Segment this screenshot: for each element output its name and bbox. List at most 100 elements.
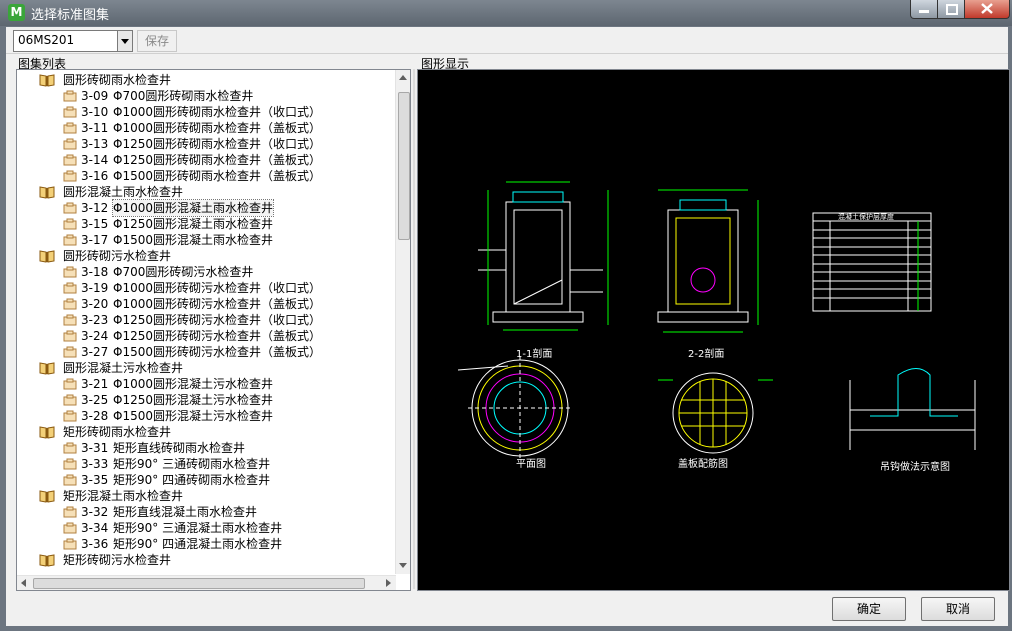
tree-item-name: Φ1250圆形砖砌污水检查井（收口式） [113, 313, 321, 327]
tree-group[interactable]: 圆形砖砌污水检查井 [17, 248, 397, 264]
tree-item-code: 3-28 [81, 409, 109, 423]
tree-item[interactable]: 3-23 Φ1250圆形砖砌污水检查井（收口式） [17, 312, 397, 328]
horizontal-scroll-thumb[interactable] [33, 578, 365, 589]
tree-item[interactable]: 3-28 Φ1500圆形混凝土污水检查井 [17, 408, 397, 424]
save-button[interactable]: 保存 [137, 30, 177, 52]
book-icon [39, 73, 55, 87]
scroll-left-icon[interactable] [21, 579, 26, 587]
tree-item[interactable]: 3-35 矩形90° 四通砖砌雨水检查井 [17, 472, 397, 488]
cancel-button[interactable]: 取消 [921, 597, 995, 621]
scroll-down-icon[interactable] [399, 563, 407, 568]
ok-button[interactable]: 确定 [832, 597, 906, 621]
book-icon [39, 249, 55, 263]
drawing-icon [63, 346, 77, 358]
scroll-up-icon[interactable] [399, 75, 407, 80]
tree-item[interactable]: 3-19 Φ1000圆形砖砌污水检查井（收口式） [17, 280, 397, 296]
tree-item[interactable]: 3-27 Φ1500圆形砖砌污水检查井（盖板式） [17, 344, 397, 360]
maximize-icon [946, 4, 958, 15]
tree-item-code: 3-21 [81, 377, 109, 391]
tree-item[interactable]: 3-34 矩形90° 三通混凝土雨水检查井 [17, 520, 397, 536]
tree-item-code: 3-32 [81, 505, 109, 519]
tree-item-code: 3-15 [81, 217, 109, 231]
book-icon [39, 425, 55, 439]
tree-item[interactable]: 3-24 Φ1250圆形砖砌污水检查井（盖板式） [17, 328, 397, 344]
drawing-icon [63, 90, 77, 102]
tree-item-code: 3-13 [81, 137, 109, 151]
tree-group[interactable]: 圆形砖砌雨水检查井 [17, 72, 397, 88]
close-icon [981, 3, 993, 14]
tree-item[interactable]: 3-25 Φ1250圆形混凝土污水检查井 [17, 392, 397, 408]
atlas-tree[interactable]: 圆形砖砌雨水检查井 3-09 Φ700圆形砖砌雨水检查井 3-10 Φ1000圆形砖砌雨… [16, 69, 411, 591]
tree-group[interactable]: 圆形混凝土污水检查井 [17, 360, 397, 376]
window-bottom-border [0, 626, 1012, 631]
scroll-right-icon[interactable] [386, 579, 391, 587]
tree-item-name: Φ1000圆形砖砌雨水检查井（盖板式） [113, 121, 321, 135]
tree-item[interactable]: 3-15 Φ1250圆形混凝土雨水检查井 [17, 216, 397, 232]
drawing-icon [63, 282, 77, 294]
tree-item[interactable]: 3-33 矩形90° 三通砖砌雨水检查井 [17, 456, 397, 472]
tree-item[interactable]: 3-17 Φ1500圆形混凝土雨水检查井 [17, 232, 397, 248]
tree-group-label: 圆形砖砌雨水检查井 [63, 73, 172, 87]
cad-drawing: 1-1剖面 2-2剖面 混凝土保护层厚度 平面图 盖板配筋图 吊钩做法示意图 [457, 181, 976, 473]
drawing-icon [63, 458, 77, 470]
tree-group-label: 圆形混凝土雨水检查井 [63, 185, 184, 199]
tree-item-code: 3-18 [81, 265, 109, 279]
tree-item-name: Φ1250圆形混凝土雨水检查井 [113, 217, 273, 231]
tree-item-code: 3-14 [81, 153, 109, 167]
tree-item-name: 矩形90° 四通混凝土雨水检查井 [113, 537, 283, 551]
minimize-button[interactable] [910, 0, 938, 19]
drawing-icon [63, 122, 77, 134]
tree-group-label: 矩形混凝土雨水检查井 [63, 489, 184, 503]
tree-item[interactable]: 3-21 Φ1000圆形混凝土污水检查井 [17, 376, 397, 392]
tree-group[interactable]: 矩形砖砌污水检查井 [17, 552, 397, 568]
drawing-icon [63, 522, 77, 534]
drawing-icon [63, 378, 77, 390]
drawing-icon [63, 330, 77, 342]
tree-item[interactable]: 3-09 Φ700圆形砖砌雨水检查井 [17, 88, 397, 104]
tree-item[interactable]: 3-12 Φ1000圆形混凝土雨水检查井 [17, 199, 397, 217]
tree-group[interactable]: 矩形混凝土雨水检查井 [17, 488, 397, 504]
caption-table-title: 混凝土保护层厚度 [838, 212, 894, 221]
drawing-icon [63, 410, 77, 422]
drawing-icon [63, 138, 77, 150]
tree-item[interactable]: 3-13 Φ1250圆形砖砌雨水检查井（收口式） [17, 136, 397, 152]
caption-plan: 平面图 [516, 458, 546, 470]
tree-item-code: 3-10 [81, 105, 109, 119]
caption-hook: 吊钩做法示意图 [880, 460, 950, 473]
tree-item-name: Φ1500圆形混凝土污水检查井 [113, 409, 273, 423]
tree-rows: 圆形砖砌雨水检查井 3-09 Φ700圆形砖砌雨水检查井 3-10 Φ1000圆形砖砌雨… [17, 72, 397, 568]
tree-group[interactable]: 矩形砖砌雨水检查井 [17, 424, 397, 440]
vertical-scrollbar[interactable] [395, 70, 410, 574]
maximize-button[interactable] [937, 0, 965, 19]
tree-group[interactable]: 圆形混凝土雨水检查井 [17, 184, 397, 200]
tree-item[interactable]: 3-14 Φ1250圆形砖砌雨水检查井（盖板式） [17, 152, 397, 168]
chevron-down-icon[interactable] [117, 31, 132, 51]
tree-item-name: Φ1500圆形混凝土雨水检查井 [113, 233, 273, 247]
app-icon: M [8, 4, 25, 21]
tree-item-name: Φ1250圆形砖砌雨水检查井（收口式） [113, 137, 321, 151]
panel-splitter[interactable] [413, 69, 415, 589]
tree-item[interactable]: 3-32 矩形直线混凝土雨水检查井 [17, 504, 397, 520]
cover-table-drawing [812, 212, 932, 312]
drawing-icon [63, 106, 77, 118]
tree-item[interactable]: 3-20 Φ1000圆形砖砌污水检查井（盖板式） [17, 296, 397, 312]
tree-item-code: 3-12 [81, 201, 109, 215]
title-bar[interactable]: M 选择标准图集 [0, 0, 1012, 26]
tree-item-code: 3-25 [81, 393, 109, 407]
horizontal-scrollbar[interactable] [17, 575, 396, 590]
tree-item[interactable]: 3-31 矩形直线砖砌雨水检查井 [17, 440, 397, 456]
tree-item-code: 3-24 [81, 329, 109, 343]
vertical-scroll-thumb[interactable] [398, 92, 410, 240]
drawing-icon [63, 394, 77, 406]
tree-item-name: Φ1000圆形砖砌污水检查井（盖板式） [113, 297, 321, 311]
drawing-icon [63, 170, 77, 182]
tree-item[interactable]: 3-11 Φ1000圆形砖砌雨水检查井（盖板式） [17, 120, 397, 136]
tree-item[interactable]: 3-10 Φ1000圆形砖砌雨水检查井（收口式） [17, 104, 397, 120]
tree-item[interactable]: 3-36 矩形90° 四通混凝土雨水检查井 [17, 536, 397, 552]
tree-item-name: Φ700圆形砖砌雨水检查井 [113, 89, 254, 103]
close-button[interactable] [964, 0, 1010, 19]
tree-item[interactable]: 3-16 Φ1500圆形砖砌雨水检查井（盖板式） [17, 168, 397, 184]
atlas-select[interactable]: 06MS201 [13, 30, 133, 52]
drawing-icon [63, 234, 77, 246]
tree-item[interactable]: 3-18 Φ700圆形砖砌污水检查井 [17, 264, 397, 280]
